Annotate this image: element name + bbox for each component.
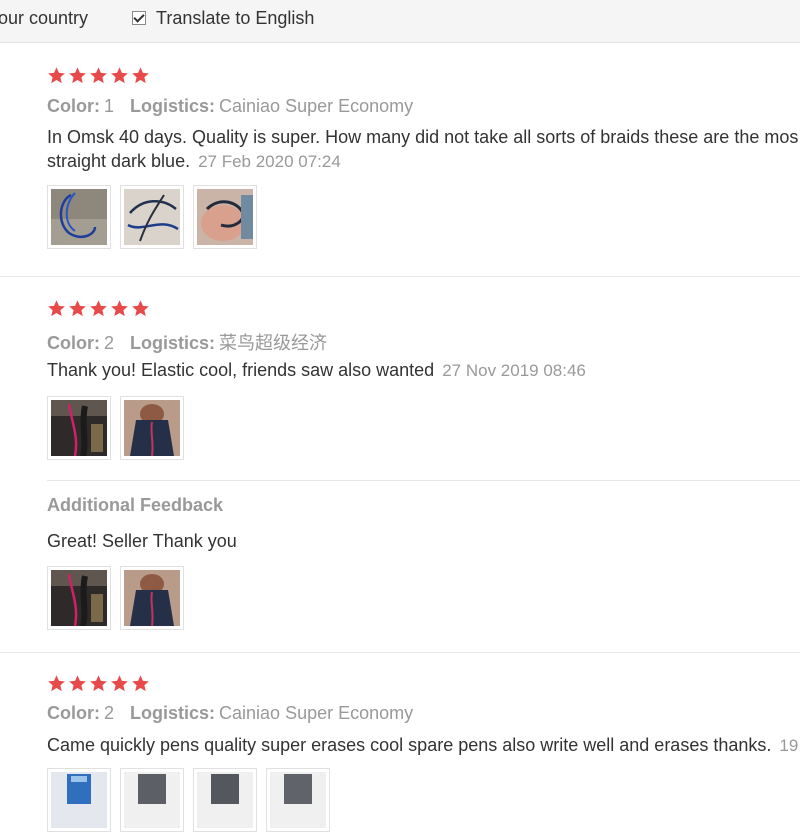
- star-icon: [48, 675, 65, 692]
- review-photo-thumbnail[interactable]: [266, 768, 330, 832]
- logistics-key: Logistics:: [130, 703, 216, 723]
- review-text-body: Came quickly pens quality super erases c…: [47, 735, 772, 755]
- color-value: 2: [104, 703, 115, 723]
- photo-pens-1: [51, 772, 107, 828]
- rating-stars: [47, 674, 152, 694]
- review-item-3: Color: 2 Logistics: Cainiao Super Economy C…: [0, 0, 800, 832]
- star-icon: [111, 675, 128, 692]
- review-text: Came quickly pens quality super erases c…: [47, 733, 798, 758]
- photo-pens-3: [197, 772, 253, 828]
- star-icon: [132, 675, 149, 692]
- logistics-value: Cainiao Super Economy: [219, 703, 414, 723]
- review-date: 19: [779, 736, 799, 755]
- star-icon: [90, 675, 107, 692]
- star-icon: [69, 675, 86, 692]
- color-key: Color:: [47, 703, 100, 723]
- review-photo-thumbnail[interactable]: [47, 768, 111, 832]
- photo-pens-4: [270, 772, 326, 828]
- review-photo-thumbnail[interactable]: [193, 768, 257, 832]
- review-photo-thumbnail[interactable]: [120, 768, 184, 832]
- photo-pens-2: [124, 772, 180, 828]
- review-meta: Color: 2 Logistics: Cainiao Super Economy: [47, 703, 413, 724]
